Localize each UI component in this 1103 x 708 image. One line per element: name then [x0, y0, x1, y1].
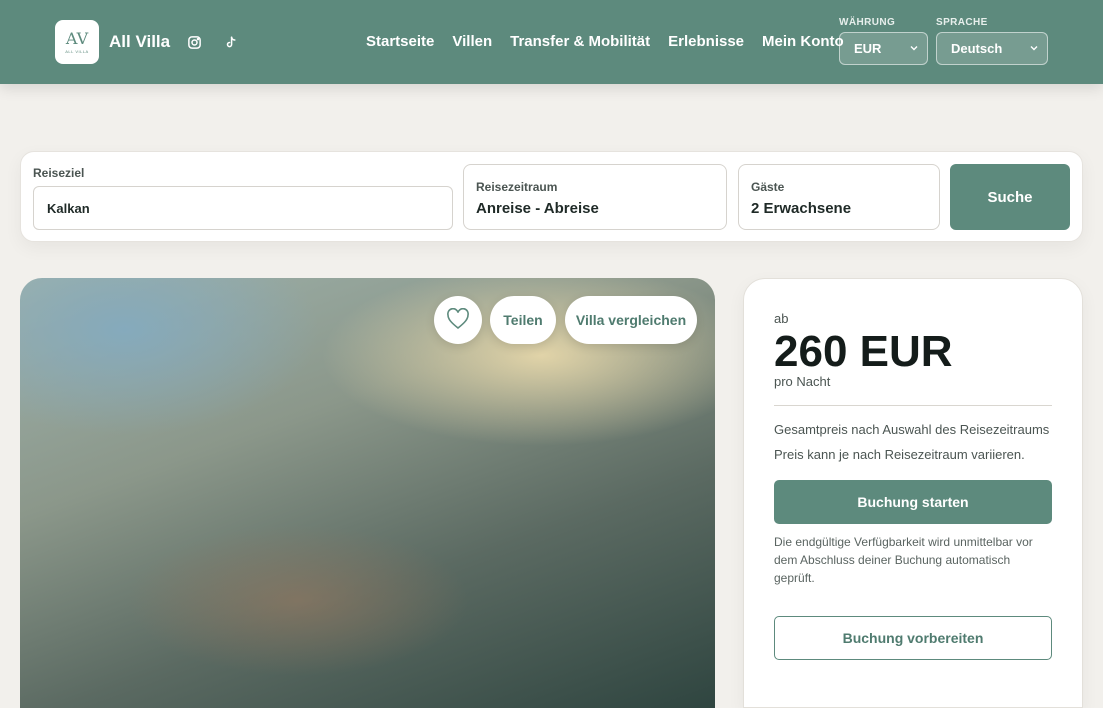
currency-group: WÄHRUNG EUR: [839, 17, 928, 65]
destination-value: Kalkan: [47, 200, 90, 216]
price-per-night: pro Nacht: [774, 374, 831, 389]
language-label: SPRACHE: [936, 17, 988, 28]
share-button[interactable]: Teilen: [490, 296, 556, 344]
main-nav: Startseite Villen Transfer & Mobilität E…: [366, 33, 844, 51]
nav-erlebnisse[interactable]: Erlebnisse: [668, 33, 744, 51]
search-button[interactable]: Suche: [950, 164, 1070, 230]
compare-villa-button[interactable]: Villa vergleichen: [565, 296, 697, 344]
tiktok-icon[interactable]: [222, 33, 240, 51]
language-select[interactable]: Deutsch: [936, 32, 1048, 65]
site-header: AV ALL VILLA All Villa Startseite Villen…: [0, 0, 1103, 84]
divider: [774, 405, 1052, 406]
price-variation-note: Preis kann je nach Reisezeitraum variier…: [774, 447, 1025, 462]
travel-period-field[interactable]: Reisezeitraum Anreise - Abreise: [463, 164, 727, 230]
price-from-label: ab: [774, 311, 789, 326]
travel-period-label: Reisezeitraum: [476, 180, 558, 194]
prepare-booking-button[interactable]: Buchung vorbereiten: [774, 616, 1052, 660]
favorite-button[interactable]: [434, 296, 482, 344]
logo-mark: AV: [65, 28, 89, 48]
brand-name[interactable]: All Villa: [109, 32, 170, 52]
chevron-down-icon: [909, 41, 919, 56]
currency-value: EUR: [854, 41, 882, 56]
language-group: SPRACHE Deutsch: [936, 17, 1048, 65]
logo-subtext: ALL VILLA: [65, 48, 89, 54]
nav-transfer-mobilitaet[interactable]: Transfer & Mobilität: [510, 33, 650, 51]
nav-villen[interactable]: Villen: [452, 33, 492, 51]
chevron-down-icon: [1029, 41, 1039, 56]
start-booking-button[interactable]: Buchung starten: [774, 480, 1052, 524]
logo[interactable]: AV ALL VILLA: [55, 20, 99, 64]
destination-label: Reiseziel: [33, 166, 85, 180]
guests-label: Gäste: [751, 180, 785, 194]
availability-note: Die endgültige Verfügbarkeit wird unmitt…: [774, 535, 1033, 585]
search-card: Reiseziel Kalkan Reisezeitraum Anreise -…: [20, 151, 1083, 242]
guests-value: 2 Erwachsene: [751, 200, 852, 217]
currency-select[interactable]: EUR: [839, 32, 928, 65]
destination-input[interactable]: Kalkan: [33, 186, 453, 230]
guests-field[interactable]: Gäste 2 Erwachsene: [738, 164, 940, 230]
price-card: ab 260 EUR pro Nacht Gesamtpreis nach Au…: [743, 278, 1083, 708]
total-price-note: Gesamtpreis nach Auswahl des Reisezeitra…: [774, 422, 1050, 437]
heart-icon: [446, 307, 470, 333]
instagram-icon[interactable]: [185, 33, 203, 51]
price-value: 260 EUR: [774, 327, 953, 376]
nav-mein-konto[interactable]: Mein Konto: [762, 33, 844, 51]
language-value: Deutsch: [951, 41, 1003, 56]
nav-startseite[interactable]: Startseite: [366, 33, 434, 51]
villa-hero-image: Teilen Villa vergleichen: [20, 278, 715, 708]
travel-period-value: Anreise - Abreise: [476, 200, 599, 217]
currency-label: WÄHRUNG: [839, 17, 896, 28]
